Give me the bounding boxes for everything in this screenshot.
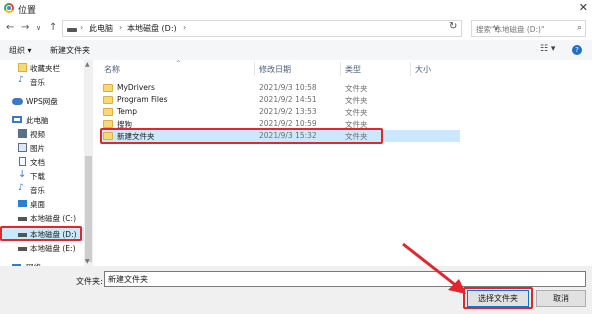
file-type: 文件夹 <box>345 84 368 93</box>
sidebar-item-this-pc[interactable]: 此电脑 <box>0 113 84 127</box>
breadcrumb-drive-d[interactable]: 本地磁盘 (D:) <box>127 23 177 34</box>
back-button[interactable]: ← <box>6 22 14 33</box>
folder-name-input[interactable]: 新建文件夹 <box>104 271 586 287</box>
file-row[interactable]: Temp 2021/9/2 13:53 文件夹 <box>100 106 460 118</box>
file-list: 名称 ⌃ 修改日期 类型 大小 MyDrivers 2021/9/3 10:58… <box>97 59 592 266</box>
file-row[interactable]: Program Files 2021/9/2 14:51 文件夹 <box>100 94 460 106</box>
document-icon <box>19 157 26 166</box>
cloud-icon <box>12 98 23 105</box>
column-type[interactable]: 类型 <box>345 64 361 75</box>
address-bar[interactable]: › 此电脑 › 本地磁盘 (D:) › ∨ <box>62 20 499 37</box>
highlight-new-folder <box>100 128 383 144</box>
music-icon: ♪ <box>18 75 24 85</box>
column-size[interactable]: 大小 <box>415 64 431 75</box>
cancel-button[interactable]: 取消 <box>536 290 586 307</box>
sidebar-item-label: 桌面 <box>30 200 45 209</box>
sidebar-item-drive-c[interactable]: 本地磁盘 (C:) <box>0 211 84 225</box>
file-modified: 2021/9/2 10:59 <box>259 119 317 128</box>
folder-icon <box>103 84 113 92</box>
column-divider[interactable] <box>340 62 341 76</box>
sidebar-item-label: 收藏夹栏 <box>30 64 60 73</box>
file-type: 文件夹 <box>345 108 368 117</box>
file-modified: 2021/9/2 14:51 <box>259 95 317 104</box>
file-name: Program Files <box>117 95 168 104</box>
file-type: 文件夹 <box>345 96 368 105</box>
file-modified: 2021/9/3 10:58 <box>259 83 317 92</box>
column-divider[interactable] <box>254 62 255 76</box>
sidebar-item-documents[interactable]: 文档 <box>0 155 84 169</box>
video-icon <box>18 129 27 138</box>
sidebar-item-label: 本地磁盘 (E:) <box>30 244 76 253</box>
sidebar-item-label: 文档 <box>30 158 45 167</box>
column-name[interactable]: 名称 <box>104 64 120 75</box>
title-bar: 位置 ✕ <box>0 0 592 18</box>
music-icon: ♪ <box>18 183 24 193</box>
sidebar-item-label: WPS网盘 <box>26 97 58 106</box>
sidebar-scrollbar[interactable]: ▲ ▼ <box>84 60 93 266</box>
desktop-icon <box>18 200 27 207</box>
sidebar-item-label: 本地磁盘 (C:) <box>30 214 76 223</box>
highlight-drive-d <box>0 226 82 241</box>
organize-button[interactable]: 组织 ▾ <box>9 45 32 56</box>
column-divider[interactable] <box>410 62 411 76</box>
picture-icon <box>18 143 27 152</box>
folder-icon <box>103 108 113 116</box>
search-icon[interactable]: ⌕ <box>577 23 582 33</box>
sidebar-item-favorites[interactable]: 收藏夹栏 <box>0 61 84 75</box>
view-options-icon[interactable]: ☷ ▾ <box>540 44 555 54</box>
file-modified: 2021/9/2 13:53 <box>259 107 317 116</box>
window-title: 位置 <box>18 6 37 16</box>
close-icon[interactable]: ✕ <box>579 1 588 14</box>
help-icon[interactable]: ? <box>572 45 582 55</box>
breadcrumb-this-pc[interactable]: 此电脑 <box>89 23 113 34</box>
sidebar-item-label: 视频 <box>30 130 45 139</box>
scroll-down-icon[interactable]: ▼ <box>85 258 90 265</box>
sidebar-item-label: 音乐 <box>30 78 45 87</box>
sidebar-item-label: 下载 <box>30 172 45 181</box>
sidebar-item-wps[interactable]: WPS网盘 <box>0 94 84 108</box>
folder-label: 文件夹: <box>76 277 103 286</box>
sidebar-item-music[interactable]: ♪ 音乐 <box>0 183 84 197</box>
scrollbar-thumb[interactable] <box>85 156 92 262</box>
highlight-select-button <box>463 287 533 309</box>
sidebar-item-label: 图片 <box>30 144 45 153</box>
search-input[interactable]: 搜索"本地磁盘 (D:)" ⌕ <box>471 20 586 37</box>
computer-icon <box>12 116 22 123</box>
folder-name-value: 新建文件夹 <box>108 275 148 284</box>
refresh-icon[interactable]: ↻ <box>449 21 457 32</box>
crumb-separator: › <box>80 23 84 32</box>
scroll-up-icon[interactable]: ▲ <box>85 61 90 68</box>
new-folder-button[interactable]: 新建文件夹 <box>50 45 90 56</box>
sort-caret-icon: ⌃ <box>175 59 182 68</box>
folder-icon <box>103 96 113 104</box>
sidebar-item-label: 音乐 <box>30 186 45 195</box>
drive-icon <box>18 247 27 251</box>
column-modified[interactable]: 修改日期 <box>259 64 291 75</box>
crumb-separator: › <box>119 23 123 32</box>
sidebar-item-drive-e[interactable]: 本地磁盘 (E:) <box>0 241 84 255</box>
file-row[interactable]: MyDrivers 2021/9/3 10:58 文件夹 <box>100 82 460 94</box>
sidebar-item-pictures[interactable]: 图片 <box>0 141 84 155</box>
sidebar-item-downloads[interactable]: ↓ 下载 <box>0 169 84 183</box>
drive-icon <box>18 217 27 221</box>
forward-button[interactable]: → <box>21 22 29 33</box>
up-button[interactable]: ↑ <box>49 22 57 33</box>
download-icon: ↓ <box>18 169 27 180</box>
folder-icon <box>103 120 113 128</box>
history-dropdown[interactable]: ∨ <box>36 24 41 32</box>
crumb-separator: › <box>183 23 187 32</box>
search-placeholder: 搜索"本地磁盘 (D:)" <box>476 25 545 34</box>
folder-icon <box>18 63 27 72</box>
sidebar-item-videos[interactable]: 视频 <box>0 127 84 141</box>
sidebar-item-label: 此电脑 <box>26 116 49 125</box>
sidebar-item-music-top[interactable]: ♪ 音乐 <box>0 75 84 89</box>
drive-icon <box>67 28 77 32</box>
chrome-icon <box>4 3 14 13</box>
file-name: MyDrivers <box>117 83 155 92</box>
file-name: Temp <box>117 107 137 116</box>
toolbar: 组织 ▾ 新建文件夹 ☷ ▾ ? <box>0 40 592 60</box>
sidebar-item-desktop[interactable]: 桌面 <box>0 197 84 211</box>
